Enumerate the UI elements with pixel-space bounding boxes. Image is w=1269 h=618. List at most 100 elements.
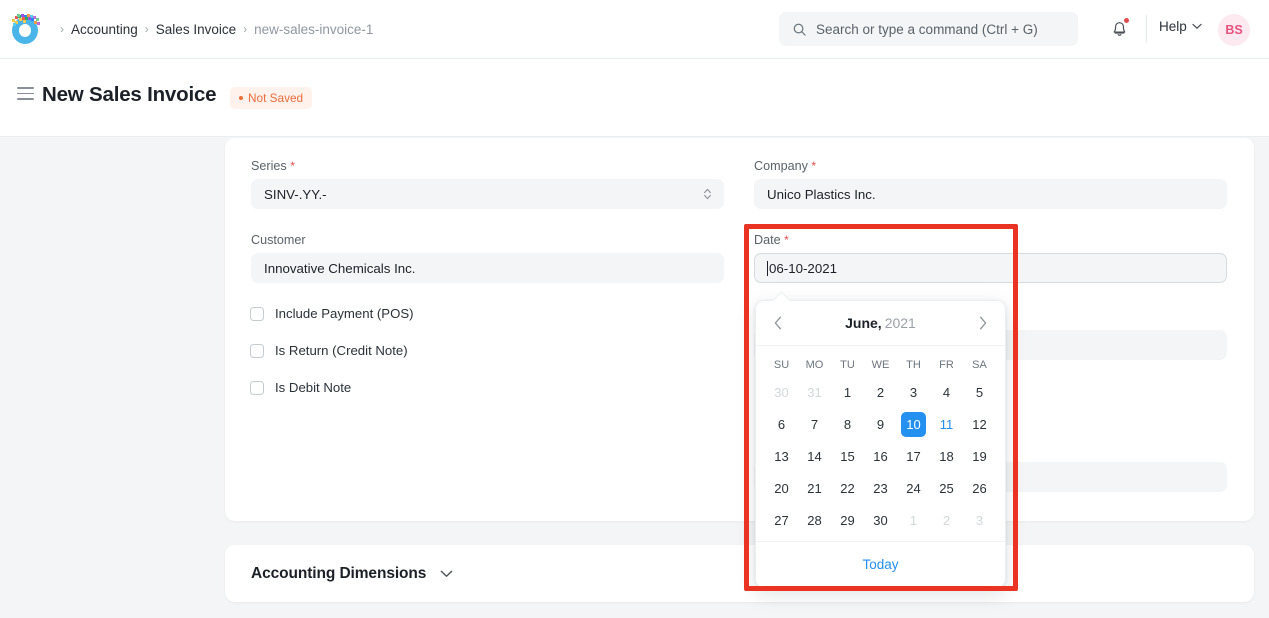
datepicker-day[interactable]: 6 <box>769 412 794 437</box>
breadcrumb-item-sales-invoice[interactable]: Sales Invoice <box>156 22 236 37</box>
field-company-input[interactable]: Unico Plastics Inc. <box>754 179 1227 209</box>
datepicker-day[interactable]: 3 <box>901 380 926 405</box>
global-search[interactable] <box>779 12 1078 46</box>
field-series-label-text: Series <box>251 159 287 173</box>
datepicker-day[interactable]: 28 <box>802 508 827 533</box>
datepicker-weekday: TU <box>831 356 864 374</box>
datepicker-day[interactable]: 16 <box>868 444 893 469</box>
datepicker-day-today[interactable]: 11 <box>934 412 959 437</box>
datepicker-day[interactable]: 17 <box>901 444 926 469</box>
datepicker-day[interactable]: 13 <box>769 444 794 469</box>
field-series-value: SINV-.YY.- <box>264 187 327 202</box>
datepicker-weekday: MO <box>798 356 831 374</box>
datepicker-day[interactable]: 12 <box>967 412 992 437</box>
datepicker-day[interactable]: 29 <box>835 508 860 533</box>
help-menu[interactable]: Help <box>1159 19 1202 34</box>
datepicker-month: June, <box>845 315 882 331</box>
today-link[interactable]: Today <box>862 557 898 572</box>
datepicker-weekday: SA <box>963 356 996 374</box>
avatar[interactable]: BS <box>1218 14 1250 46</box>
field-date: Date * 06-10-2021 <box>754 233 1227 283</box>
notification-badge-dot <box>1124 18 1129 23</box>
breadcrumb-item-accounting[interactable]: Accounting <box>71 22 138 37</box>
search-icon <box>792 22 807 37</box>
field-customer-value: Innovative Chemicals Inc. <box>264 261 416 276</box>
field-customer: Customer Innovative Chemicals Inc. <box>251 233 724 283</box>
help-label: Help <box>1159 19 1187 34</box>
checkbox-label: Include Payment (POS) <box>275 306 414 321</box>
datepicker-day[interactable]: 2 <box>934 508 959 533</box>
datepicker-day[interactable]: 31 <box>802 380 827 405</box>
checkbox-include-payment-pos[interactable]: Include Payment (POS) <box>250 306 414 321</box>
sidebar-toggle-icon[interactable] <box>17 87 34 100</box>
checkbox-is-debit-note[interactable]: Is Debit Note <box>250 380 351 395</box>
datepicker-day[interactable]: 2 <box>868 380 893 405</box>
datepicker-day[interactable]: 5 <box>967 380 992 405</box>
datepicker-day[interactable]: 18 <box>934 444 959 469</box>
datepicker-day[interactable]: 25 <box>934 476 959 501</box>
datepicker-day[interactable]: 30 <box>769 380 794 405</box>
datepicker-day-selected[interactable]: 10 <box>901 412 926 437</box>
checkbox-box-icon[interactable] <box>250 381 264 395</box>
datepicker-week-row: 20 21 22 23 24 25 26 <box>756 472 1005 504</box>
datepicker-day[interactable]: 22 <box>835 476 860 501</box>
datepicker-day[interactable]: 3 <box>967 508 992 533</box>
field-company: Company * Unico Plastics Inc. <box>754 159 1227 209</box>
datepicker-day[interactable]: 23 <box>868 476 893 501</box>
section-accounting-dimensions[interactable]: Accounting Dimensions <box>225 545 1254 602</box>
datepicker-week-row: 30 31 12345 <box>756 376 1005 408</box>
status-badge: Not Saved <box>230 87 312 109</box>
datepicker-day[interactable]: 1 <box>835 380 860 405</box>
datepicker-day[interactable]: 26 <box>967 476 992 501</box>
field-date-value: 06-10-2021 <box>769 261 837 276</box>
checkbox-is-return-credit-note[interactable]: Is Return (Credit Note) <box>250 343 408 358</box>
prev-month-button[interactable] <box>770 312 786 334</box>
chevron-down-icon <box>440 570 453 578</box>
breadcrumb: › Accounting › Sales Invoice › new-sales… <box>53 22 373 37</box>
breadcrumb-separator-icon: › <box>243 22 247 36</box>
datepicker-day[interactable]: 20 <box>769 476 794 501</box>
document-titlebar: New Sales Invoice Not Saved Fetch Timesh… <box>0 59 1269 137</box>
required-asterisk-icon: * <box>784 233 789 247</box>
app-root: › Accounting › Sales Invoice › new-sales… <box>0 0 1269 618</box>
datepicker-day[interactable]: 7 <box>802 412 827 437</box>
datepicker-day[interactable]: 1 <box>901 508 926 533</box>
datepicker-day[interactable]: 19 <box>967 444 992 469</box>
section-collapse-toggle[interactable] <box>440 570 453 578</box>
notifications-bell-icon[interactable] <box>1109 18 1130 40</box>
datepicker-week-row: 6789 10 11 12 <box>756 408 1005 440</box>
datepicker-footer: Today <box>756 541 1005 587</box>
status-badge-label: Not Saved <box>248 91 303 105</box>
field-company-label: Company * <box>754 159 1227 173</box>
datepicker-day[interactable]: 27 <box>769 508 794 533</box>
datepicker-day[interactable]: 4 <box>934 380 959 405</box>
datepicker-weekday-row: SUMOTUWETHFRSA <box>756 356 1005 374</box>
datepicker-day[interactable]: 30 <box>868 508 893 533</box>
datepicker-month-year: June,2021 <box>845 315 916 331</box>
datepicker-week-row: 13 14 15 16 17 18 19 <box>756 440 1005 472</box>
datepicker-day[interactable]: 15 <box>835 444 860 469</box>
next-month-button[interactable] <box>975 312 991 334</box>
datepicker-day[interactable]: 21 <box>802 476 827 501</box>
datepicker-day[interactable]: 24 <box>901 476 926 501</box>
field-date-label: Date * <box>754 233 1227 247</box>
frappe-logo[interactable] <box>9 13 41 45</box>
chevron-right-icon <box>979 316 987 330</box>
text-cursor <box>767 261 768 276</box>
datepicker-day[interactable]: 9 <box>868 412 893 437</box>
field-series-input[interactable]: SINV-.YY.- <box>251 179 724 209</box>
breadcrumb-separator-icon: › <box>145 22 149 36</box>
field-date-label-text: Date <box>754 233 781 247</box>
checkbox-box-icon[interactable] <box>250 307 264 321</box>
datepicker-day[interactable]: 14 <box>802 444 827 469</box>
field-date-input[interactable]: 06-10-2021 <box>754 253 1227 283</box>
required-asterisk-icon: * <box>811 159 816 173</box>
field-company-label-text: Company <box>754 159 808 173</box>
datepicker-popup[interactable]: June,2021 SUMOTUWETHFRSA 303112345678910… <box>755 300 1006 588</box>
checkbox-label: Is Return (Credit Note) <box>275 343 408 358</box>
field-customer-input[interactable]: Innovative Chemicals Inc. <box>251 253 724 283</box>
chevron-left-icon <box>774 316 782 330</box>
checkbox-box-icon[interactable] <box>250 344 264 358</box>
search-input[interactable] <box>816 22 1065 37</box>
datepicker-day[interactable]: 8 <box>835 412 860 437</box>
